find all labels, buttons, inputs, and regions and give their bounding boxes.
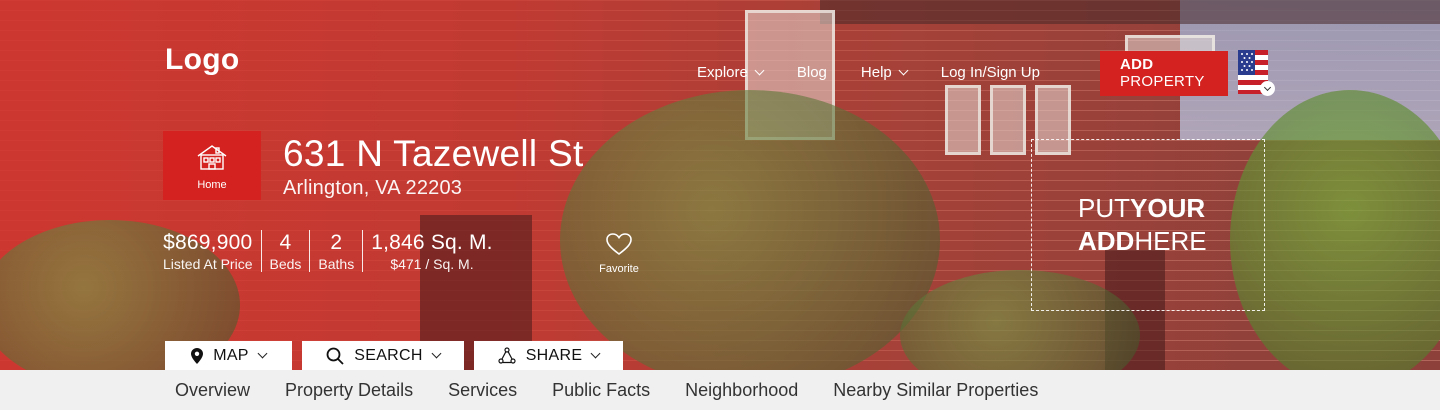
search-icon (326, 347, 344, 365)
chevron-down-icon (898, 65, 909, 76)
favorite-label: Favorite (599, 263, 639, 275)
property-address: 631 N Tazewell St (283, 133, 584, 174)
ad-word-bold: YOUR (1130, 193, 1206, 223)
nav-explore[interactable]: Explore (697, 64, 765, 81)
property-stats: $869,900 Listed At Price 4 Beds 2 Baths … (163, 230, 501, 272)
ad-placeholder[interactable]: PUTYOUR ADDHERE (1031, 139, 1265, 311)
nav-label: Blog (796, 64, 827, 81)
roof (820, 0, 1440, 24)
chevron-down-icon (590, 348, 601, 359)
stat-beds: 4 Beds (260, 230, 310, 272)
property-city: Arlington, VA 22203 (283, 177, 463, 199)
search-button[interactable]: SEARCH (302, 341, 464, 370)
share-button[interactable]: SHARE (474, 341, 623, 370)
tab-nearby-similar-properties[interactable]: Nearby Similar Properties (833, 380, 1038, 401)
tab-neighborhood[interactable]: Neighborhood (685, 380, 798, 401)
property-type-label: Home (197, 179, 227, 191)
add-property-line1: ADD (1120, 56, 1154, 73)
chevron-down-icon (754, 65, 765, 76)
nav-help[interactable]: Help (860, 64, 909, 81)
stat-price: $869,900 Listed At Price (163, 230, 261, 272)
nav-label: Explore (697, 64, 748, 81)
map-pin-icon (191, 347, 204, 364)
stat-baths: 2 Baths (309, 230, 362, 272)
nav-label: Log In/Sign Up (940, 64, 1040, 81)
heart-icon (606, 233, 632, 256)
property-type-badge: Home (163, 131, 261, 200)
stat-label: Baths (318, 256, 355, 272)
stat-label: Beds (269, 256, 302, 272)
chevron-down-icon (257, 348, 268, 359)
search-button-label: SEARCH (354, 346, 423, 364)
stat-value: 4 (279, 231, 292, 254)
map-button-label: MAP (213, 346, 249, 364)
chevron-down-icon (431, 348, 442, 359)
ad-word-bold: ADD (1078, 226, 1135, 256)
stat-area: 1,846 Sq. M. $471 / Sq. M. (362, 230, 500, 272)
ad-word: PUT (1078, 193, 1130, 223)
tab-public-facts[interactable]: Public Facts (552, 380, 650, 401)
share-button-label: SHARE (525, 346, 583, 364)
stat-value: 2 (330, 231, 343, 254)
ad-word: HERE (1134, 226, 1207, 256)
stat-value: 1,846 Sq. M. (371, 231, 493, 254)
logo[interactable]: Logo (165, 43, 240, 77)
nav-blog[interactable]: Blog (797, 64, 827, 81)
bush (560, 90, 940, 370)
house-icon (197, 145, 227, 170)
nav-login-signup[interactable]: Log In/Sign Up (941, 64, 1040, 81)
add-property-button[interactable]: ADD PROPERTY (1100, 51, 1228, 96)
window (990, 85, 1026, 155)
window (945, 85, 981, 155)
favorite-button[interactable]: Favorite (596, 232, 642, 275)
tab-overview[interactable]: Overview (175, 380, 250, 401)
tab-services[interactable]: Services (448, 380, 517, 401)
language-dropdown-chevron-icon[interactable] (1260, 81, 1275, 96)
main-nav: Explore Blog Help Log In/Sign Up (697, 64, 1040, 81)
section-tabs: Overview Property Details Services Publi… (175, 380, 1073, 401)
map-button[interactable]: MAP (165, 341, 292, 370)
tab-property-details[interactable]: Property Details (285, 380, 413, 401)
nav-label: Help (860, 64, 892, 81)
stat-value: $869,900 (163, 231, 253, 254)
stat-label: Listed At Price (163, 256, 253, 272)
share-icon (498, 346, 516, 364)
add-property-line2: PROPERTY (1120, 73, 1205, 90)
stat-label: $471 / Sq. M. (390, 256, 474, 272)
